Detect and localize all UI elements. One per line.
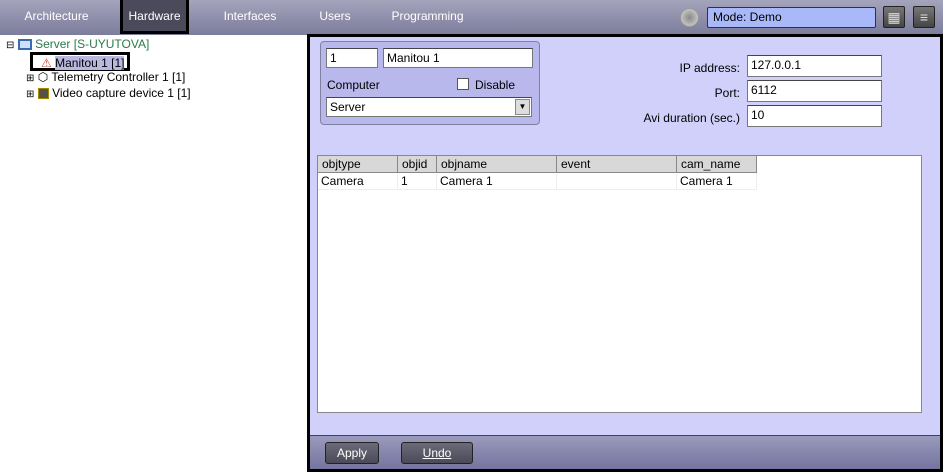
tree-node-server[interactable]: ⊟ Server [S-UYUTOVA] bbox=[6, 36, 149, 52]
device-group: 1 Manitou 1 Computer Disable Server ▼ bbox=[320, 41, 540, 125]
mode-indicator: Mode: Demo bbox=[707, 7, 876, 28]
ip-label: IP address: bbox=[679, 61, 740, 75]
tree-label: Manitou 1 [1] bbox=[55, 56, 125, 70]
tree-label: Video capture device 1 [1] bbox=[52, 86, 191, 100]
column-header[interactable]: objid bbox=[398, 156, 437, 173]
menu-icon[interactable]: ≡ bbox=[913, 6, 935, 28]
avi-duration-field[interactable]: 10 bbox=[747, 105, 882, 127]
table-cell bbox=[557, 173, 677, 190]
computer-label: Computer bbox=[327, 78, 380, 92]
settings-panel: 1 Manitou 1 Computer Disable Server ▼ IP … bbox=[307, 34, 943, 472]
tab-hardware[interactable]: Hardware bbox=[120, 0, 189, 34]
computer-icon bbox=[17, 39, 32, 51]
tree-label: Server [S-UYUTOVA] bbox=[35, 37, 150, 51]
id-field[interactable]: 1 bbox=[326, 48, 378, 68]
layout-grid-icon[interactable]: ▦ bbox=[883, 6, 905, 28]
hardware-tree: ⊟ Server [S-UYUTOVA] ⚠ Manitou 1 [1] ⊞ ⬡… bbox=[0, 35, 307, 472]
table-cell: 1 bbox=[398, 173, 437, 190]
top-nav-bar: Architecture Hardware Interfaces Users P… bbox=[0, 0, 943, 35]
table-cell: Camera 1 bbox=[437, 173, 557, 190]
settings-hex-icon[interactable] bbox=[680, 8, 699, 27]
column-header[interactable]: cam_name bbox=[677, 156, 757, 173]
port-field[interactable]: 6112 bbox=[747, 80, 882, 102]
table-cell: Camera 1 bbox=[677, 173, 757, 190]
tab-users[interactable]: Users bbox=[305, 0, 365, 34]
undo-button[interactable]: Undo bbox=[401, 442, 473, 464]
telemetry-icon: ⬡ bbox=[37, 70, 49, 84]
tree-label: Telemetry Controller 1 [1] bbox=[51, 70, 186, 84]
tab-architecture[interactable]: Architecture bbox=[14, 0, 99, 34]
avi-duration-label: Avi duration (sec.) bbox=[643, 111, 741, 125]
disable-label: Disable bbox=[475, 78, 516, 92]
column-header[interactable]: event bbox=[557, 156, 677, 173]
ip-field[interactable]: 127.0.0.1 bbox=[747, 55, 882, 77]
column-header[interactable]: objname bbox=[437, 156, 557, 173]
tree-node-telemetry[interactable]: ⊞ ⬡ Telemetry Controller 1 [1] bbox=[26, 69, 185, 85]
chip-icon bbox=[37, 88, 49, 100]
computer-select-value: Server bbox=[330, 100, 366, 114]
table-cell: Camera bbox=[318, 173, 398, 190]
name-field[interactable]: Manitou 1 bbox=[383, 48, 533, 68]
action-bar: Apply Undo bbox=[310, 435, 940, 469]
tree-node-video-capture[interactable]: ⊞ Video capture device 1 [1] bbox=[26, 85, 191, 101]
events-table: objtype objid objname event cam_name Cam… bbox=[317, 155, 922, 413]
chevron-down-icon[interactable]: ▼ bbox=[515, 99, 530, 115]
expand-icon[interactable]: ⊞ bbox=[26, 73, 34, 84]
disable-checkbox[interactable] bbox=[457, 78, 469, 90]
tab-programming[interactable]: Programming bbox=[385, 0, 470, 34]
expand-icon[interactable]: ⊞ bbox=[26, 89, 34, 100]
column-header[interactable]: objtype bbox=[318, 156, 398, 173]
apply-button[interactable]: Apply bbox=[325, 442, 379, 464]
collapse-icon[interactable]: ⊟ bbox=[6, 40, 14, 51]
manitou-icon: ⚠ bbox=[41, 56, 52, 70]
computer-select[interactable]: Server ▼ bbox=[326, 97, 532, 117]
tab-interfaces[interactable]: Interfaces bbox=[215, 0, 285, 34]
port-label: Port: bbox=[714, 86, 740, 100]
